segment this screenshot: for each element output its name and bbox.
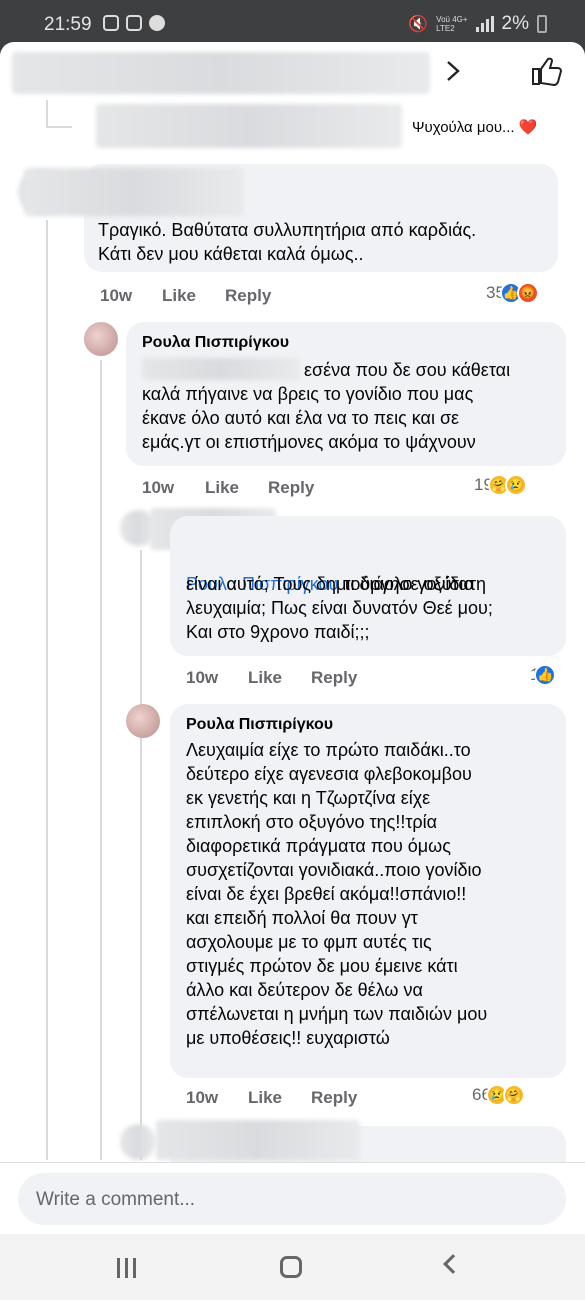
status-bar: 21:59 🔇 Voü 4G+ LTE2 2%: [0, 0, 585, 46]
messenger-icon: [149, 15, 165, 31]
comments-sheet: Ψυχούλα μου... ❤️ Τραγικό. Βαθύτατα συλλ…: [0, 42, 585, 1162]
reaction-summary[interactable]: 1 👍: [530, 664, 557, 686]
comment-time[interactable]: 10w: [100, 286, 132, 306]
thread-line: [46, 324, 48, 325]
avatar[interactable]: [120, 1124, 156, 1160]
comment-author[interactable]: Ρουλα Πισπιρίγκου: [142, 334, 289, 352]
system-navbar: [0, 1234, 585, 1300]
blurred-author-name[interactable]: [156, 1120, 360, 1160]
thumbs-up-icon[interactable]: [530, 56, 562, 86]
back-icon[interactable]: [443, 1254, 463, 1274]
chevron-right-icon[interactable]: [444, 60, 462, 82]
status-time: 21:59: [44, 14, 92, 35]
thread-line: [46, 100, 48, 128]
thread-line: [46, 220, 48, 1160]
comment-bubble: Ρουλα Πισπιρίγκου Λευχαιμία είχε το πρώτ…: [170, 704, 566, 1078]
reply-link[interactable]: Reply: [225, 286, 271, 306]
comment-input[interactable]: Write a comment...: [18, 1173, 566, 1225]
like-link[interactable]: Like: [162, 286, 196, 306]
reply-link[interactable]: Reply: [311, 668, 357, 688]
battery-percent: 2%: [501, 13, 529, 34]
signal-icon: [475, 16, 494, 32]
comment-bubble: [156, 1120, 566, 1162]
reaction-summary[interactable]: 66 😢 🤗: [472, 1084, 525, 1106]
comment-bubble: Ρουλα Πισπιρίγκου τι διάολο γονίδιο είνα…: [170, 516, 566, 656]
comment-bubble: Τραγικό. Βαθύτατα συλλυπητήρια από καρδι…: [24, 164, 558, 272]
home-icon[interactable]: [280, 1256, 302, 1278]
blurred-author-name[interactable]: [24, 168, 244, 216]
comment-time[interactable]: 10w: [186, 668, 218, 688]
blurred-mention: [142, 358, 300, 380]
reactors-summary-blurred[interactable]: [12, 52, 430, 94]
like-link[interactable]: Like: [205, 478, 239, 498]
recent-apps-icon[interactable]: [117, 1258, 139, 1278]
reaction-summary[interactable]: 19 🤗 😢: [474, 474, 527, 496]
avatar[interactable]: [126, 704, 160, 738]
sad-reaction-icon: 😢: [504, 474, 527, 496]
instagram-icon: [103, 15, 119, 31]
battery-icon: [537, 15, 547, 33]
like-link[interactable]: Like: [248, 1088, 282, 1108]
blurred-reply-author: [96, 104, 402, 148]
comment-text: Λευχαιμία είχε το πρώτο παιδάκι..το δεύτ…: [186, 740, 488, 1048]
angry-reaction-icon: 😡: [516, 282, 539, 304]
thread-line: [140, 550, 142, 1160]
comment-text: Τραγικό. Βαθύτατα συλλυπητήρια από καρδι…: [98, 220, 477, 264]
reply-link[interactable]: Reply: [268, 478, 314, 498]
network-label: Voü 4G+ LTE2: [436, 15, 468, 33]
news-icon: [126, 15, 142, 31]
comment-time[interactable]: 10w: [186, 1088, 218, 1108]
comments-header: [0, 42, 585, 100]
thread-line: [100, 360, 102, 1160]
comment-bubble: Ρουλα Πισπιρίγκου εσένα που δε σου κάθετ…: [126, 322, 566, 466]
comment-composer: Write a comment...: [0, 1162, 585, 1234]
notification-icons: [103, 15, 165, 31]
thread-line: [46, 126, 72, 128]
reaction-summary[interactable]: 35 👍 😡: [486, 282, 539, 304]
mute-icon: 🔇: [408, 16, 429, 33]
like-link[interactable]: Like: [248, 668, 282, 688]
comment-text: είναι αυτό; Τους δημιούργησε οξύτατη λευ…: [186, 574, 493, 642]
care-reaction-icon: 🤗: [502, 1084, 525, 1106]
status-right: 🔇 Voü 4G+ LTE2 2%: [408, 13, 547, 35]
reply-link[interactable]: Reply: [311, 1088, 357, 1108]
avatar[interactable]: [84, 322, 118, 356]
like-reaction-icon: 👍: [534, 664, 557, 686]
comment-text: καλά πήγαινε να βρεις το γονίδιο που μας…: [142, 384, 476, 452]
comment-time[interactable]: 10w: [142, 478, 174, 498]
comment-author[interactable]: Ρουλα Πισπιρίγκου: [186, 716, 333, 734]
comment-text-start: εσένα που δε σου κάθεται: [304, 360, 511, 380]
previous-reply-text: Ψυχούλα μου... ❤️: [412, 119, 538, 136]
